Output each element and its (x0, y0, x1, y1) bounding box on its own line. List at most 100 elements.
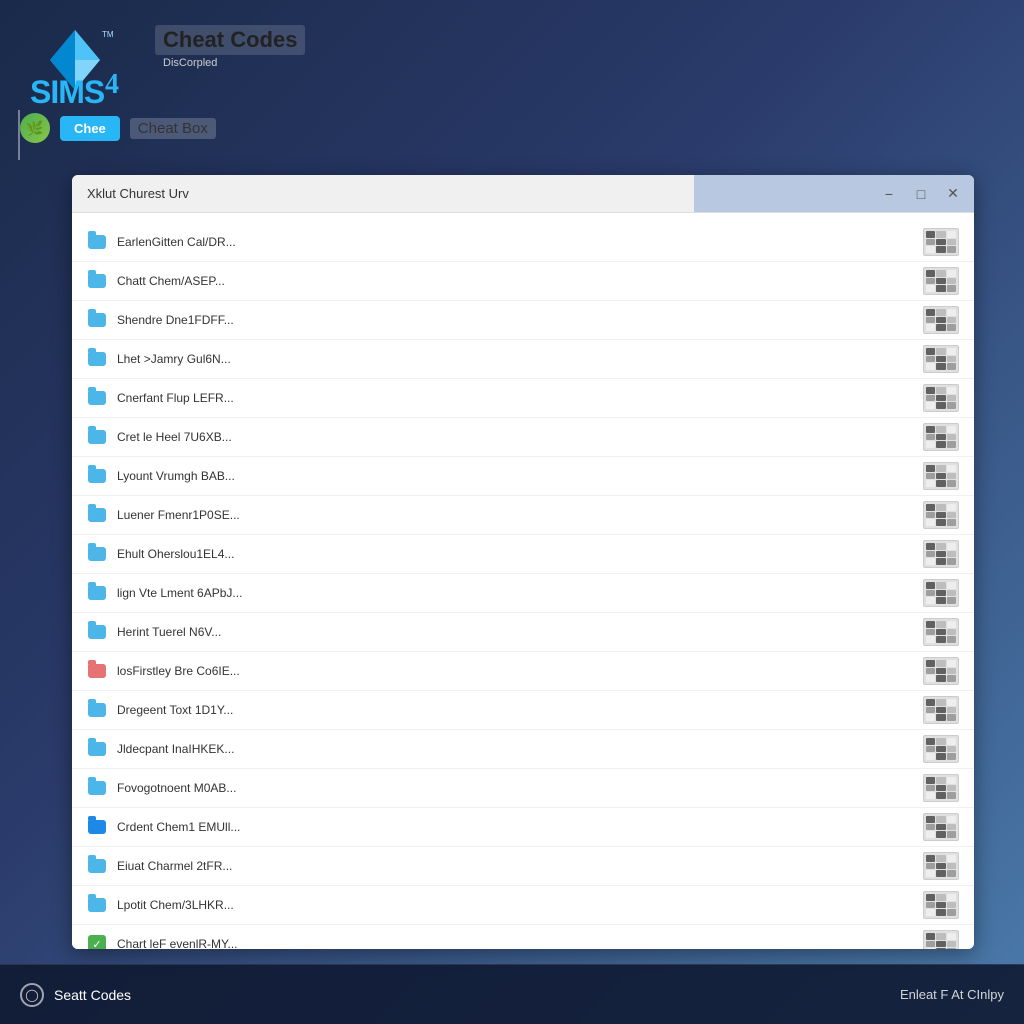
folder-icon (88, 742, 106, 756)
list-item[interactable]: Shendre Dne1FDFF... (72, 301, 974, 340)
thumb-pixel (947, 863, 956, 870)
item-text: losFirstley Bre Co6IE... (117, 664, 913, 678)
thumb-pixel (926, 324, 935, 331)
thumb-pixel (936, 512, 945, 519)
thumb-pixel (926, 348, 935, 355)
folder-icon (88, 547, 106, 561)
item-thumbnail (923, 657, 959, 685)
folder-icon (88, 664, 106, 678)
list-item[interactable]: Herint Tuerel N6V... (72, 613, 974, 652)
thumb-pixel (936, 863, 945, 870)
thumb-pixel (936, 675, 945, 682)
thumb-pixel (926, 909, 935, 916)
thumb-pixel (947, 441, 956, 448)
thumb-pixel (947, 816, 956, 823)
maximize-button[interactable]: □ (905, 178, 937, 210)
item-thumbnail (923, 930, 959, 949)
list-item[interactable]: Luener Fmenr1P0SE... (72, 496, 974, 535)
folder-icon (88, 274, 106, 288)
thumb-pixel (947, 395, 956, 402)
item-icon (87, 583, 107, 603)
thumb-pixel (947, 512, 956, 519)
item-icon (87, 232, 107, 252)
thumb-pixel (947, 855, 956, 862)
list-item[interactable]: Cret le Heel 7U6XB... (72, 418, 974, 457)
chee-button[interactable]: Chee (60, 116, 120, 141)
thumb-pixel (926, 629, 935, 636)
list-item[interactable]: losFirstley Bre Co6IE... (72, 652, 974, 691)
thumb-pixel (936, 278, 945, 285)
item-text: Shendre Dne1FDFF... (117, 313, 913, 327)
folder-icon (88, 469, 106, 483)
thumb-pixel (926, 753, 935, 760)
thumb-pixel (936, 558, 945, 565)
thumb-pixel (926, 551, 935, 558)
list-container: EarlenGitten Cal/DR...Chatt Chem/ASEP...… (72, 223, 974, 949)
list-item[interactable]: Eiuat Charmel 2tFR... (72, 847, 974, 886)
thumb-pixel (926, 363, 935, 370)
item-thumbnail (923, 423, 959, 451)
folder-icon (88, 586, 106, 600)
minimize-button[interactable]: − (873, 178, 905, 210)
thumb-pixel (926, 660, 935, 667)
item-icon (87, 856, 107, 876)
list-item[interactable]: Fovogotnoent M0AB... (72, 769, 974, 808)
folder-icon (88, 391, 106, 405)
footer-left: ◯ Seatt Codes (20, 983, 131, 1007)
thumb-pixel (926, 473, 935, 480)
thumb-pixel (926, 699, 935, 706)
thumb-pixel (947, 285, 956, 292)
vertical-divider (18, 110, 20, 160)
thumb-pixel (947, 777, 956, 784)
thumb-pixel (936, 753, 945, 760)
item-thumbnail (923, 345, 959, 373)
list-item[interactable]: Lyount Vrumgh BAB... (72, 457, 974, 496)
thumb-pixel (947, 239, 956, 246)
check-icon: ✓ (88, 935, 106, 949)
thumb-pixel (947, 948, 956, 949)
thumb-pixel (936, 551, 945, 558)
thumb-pixel (936, 816, 945, 823)
svg-text:4: 4 (105, 69, 119, 100)
thumb-pixel (926, 270, 935, 277)
thumb-pixel (936, 699, 945, 706)
list-item[interactable]: Lpotit Chem/3LHKR... (72, 886, 974, 925)
thumb-pixel (926, 426, 935, 433)
thumb-pixel (947, 785, 956, 792)
item-text: Dregeent Toxt 1D1Y... (117, 703, 913, 717)
list-item[interactable]: lign Vte Lment 6APbJ... (72, 574, 974, 613)
thumb-pixel (936, 504, 945, 511)
thumb-pixel (926, 480, 935, 487)
thumb-pixel (936, 246, 945, 253)
leaf-icon: 🌿 (20, 113, 50, 143)
thumb-pixel (936, 855, 945, 862)
thumb-pixel (936, 441, 945, 448)
list-item[interactable]: Cnerfant Flup LEFR... (72, 379, 974, 418)
list-item[interactable]: ✓Chart leF evenlR-MY... (72, 925, 974, 949)
list-item[interactable]: Chatt Chem/ASEP... (72, 262, 974, 301)
window-title: Xklut Churest Urv (72, 186, 694, 201)
thumb-pixel (936, 824, 945, 831)
thumb-pixel (947, 909, 956, 916)
list-item[interactable]: Lhet >Jamry Gul6N... (72, 340, 974, 379)
thumb-pixel (947, 558, 956, 565)
thumb-pixel (936, 480, 945, 487)
list-item[interactable]: Jldecpant InaIHKEK... (72, 730, 974, 769)
item-icon (87, 388, 107, 408)
list-item[interactable]: EarlenGitten Cal/DR... (72, 223, 974, 262)
thumb-pixel (947, 519, 956, 526)
folder-icon (88, 430, 106, 444)
thumb-pixel (926, 278, 935, 285)
item-icon (87, 271, 107, 291)
thumb-pixel (936, 714, 945, 721)
thumb-pixel (926, 668, 935, 675)
thumb-pixel (947, 668, 956, 675)
thumb-pixel (936, 870, 945, 877)
thumb-pixel (947, 480, 956, 487)
window-content[interactable]: EarlenGitten Cal/DR...Chatt Chem/ASEP...… (72, 213, 974, 949)
list-item[interactable]: Dregeent Toxt 1D1Y... (72, 691, 974, 730)
thumb-pixel (947, 597, 956, 604)
list-item[interactable]: Crdent Chem1 EMUll... (72, 808, 974, 847)
list-item[interactable]: Ehult Oherslou1EL4... (72, 535, 974, 574)
close-button[interactable]: ✕ (937, 178, 969, 210)
